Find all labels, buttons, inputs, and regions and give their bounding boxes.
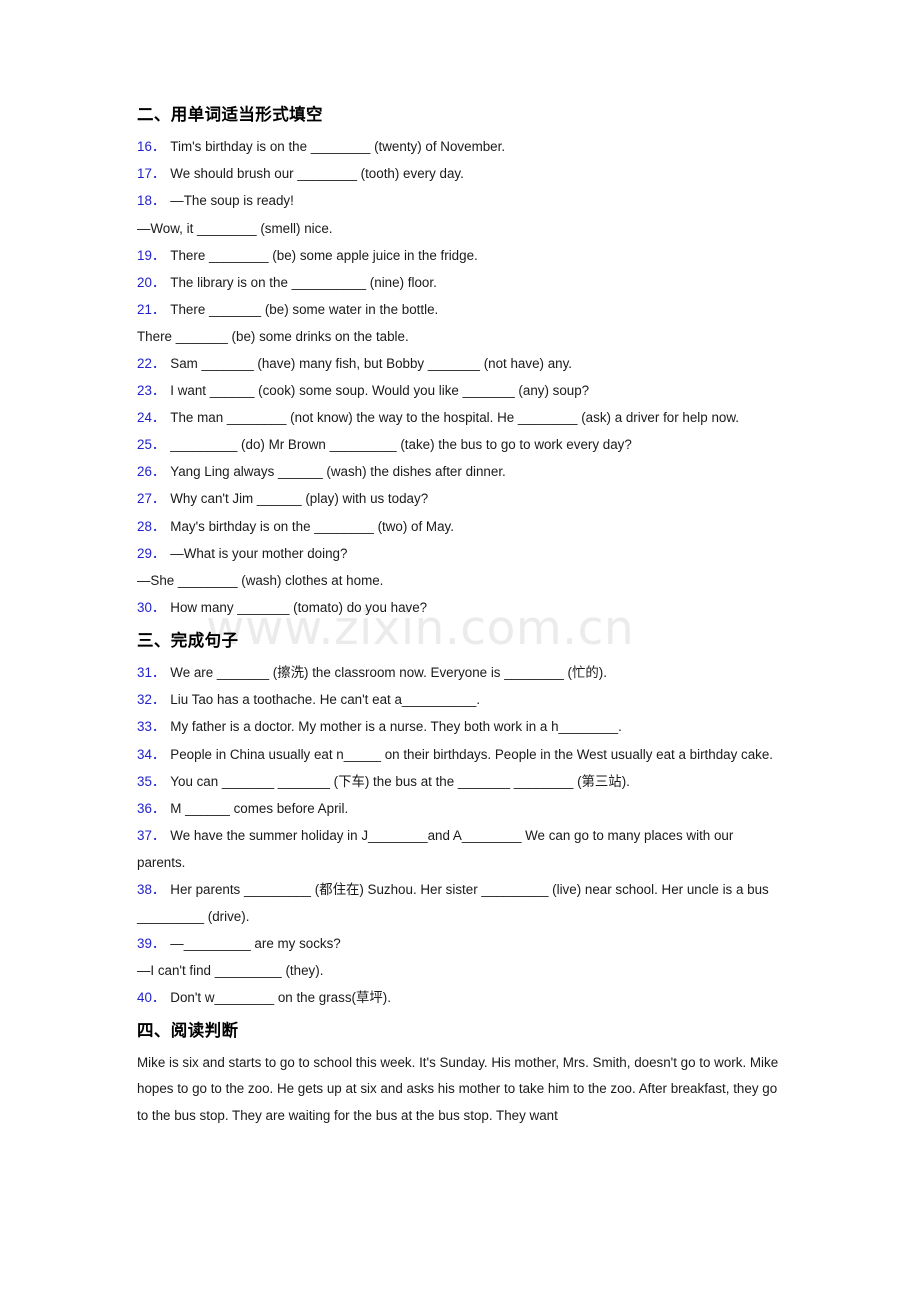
question-item: 34 People in China usually eat n_____ on …: [137, 741, 785, 768]
question-item: 33 My father is a doctor. My mother is a …: [137, 713, 785, 740]
question-number: 36: [137, 801, 164, 816]
question-text: —The soup is ready!: [170, 193, 294, 209]
question-item: 24 The man ________ (not know) the way to…: [137, 404, 785, 431]
question-text: M ______ comes before April.: [170, 800, 349, 816]
question-number: 17: [137, 166, 164, 181]
question-item: 26 Yang Ling always ______ (wash) the dis…: [137, 458, 785, 485]
worksheet-page: www.zixin.com.cn 二、用单词适当形式填空 16Tim's bir…: [0, 0, 920, 1302]
question-item: 38Her parents _________ (都住在) Suzhou. He…: [137, 876, 785, 930]
question-text: —What is your mother doing?: [170, 545, 348, 561]
question-number: 34: [137, 747, 164, 762]
question-continuation: —I can't find _________ (they).: [137, 963, 324, 979]
question-number: 16: [137, 139, 164, 154]
question-number: 18: [137, 193, 164, 208]
question-text: We have the summer holiday in J________a…: [137, 827, 734, 870]
question-item: 22 Sam _______ (have) many fish, but Bobb…: [137, 350, 785, 377]
question-text: You can _______ _______ (下车) the bus at …: [170, 773, 630, 789]
question-text: Her parents _________ (都住在) Suzhou. Her …: [137, 881, 769, 925]
question-number: 40: [137, 990, 164, 1005]
question-number: 21: [137, 302, 164, 317]
question-number: 33: [137, 719, 164, 734]
question-item: 25 _________ (do) Mr Brown _________ (tak…: [137, 431, 785, 458]
question-item: 23 I want ______ (cook) some soup. Would …: [137, 377, 785, 404]
question-number: 20: [137, 275, 164, 290]
question-continuation: —Wow, it ________ (smell) nice.: [137, 220, 333, 236]
question-number: 37: [137, 828, 164, 843]
question-item: 32 Liu Tao has a toothache. He can't eat …: [137, 686, 785, 713]
question-item: 35 You can _______ _______ (下车) the bus a…: [137, 768, 785, 795]
question-item: 40 Don't w________ on the grass(草坪).: [137, 984, 785, 1011]
question-item: 21 There _______ (be) some water in the b…: [137, 296, 785, 323]
question-text: Don't w________ on the grass(草坪).: [170, 990, 391, 1006]
question-text: Liu Tao has a toothache. He can't eat a_…: [170, 692, 481, 708]
question-item: 39 —_________ are my socks?: [137, 930, 785, 957]
question-item: 36 M ______ comes before April.: [137, 795, 785, 822]
question-text: Tim's birthday is on the ________ (twent…: [170, 139, 506, 155]
question-number: 27: [137, 491, 164, 506]
question-number: 31: [137, 665, 164, 680]
question-number: 29: [137, 546, 164, 561]
question-text: We are _______ (擦洗) the classroom now. E…: [170, 665, 607, 681]
question-number: 39: [137, 936, 164, 951]
question-text: —_________ are my socks?: [170, 936, 341, 952]
reading-passage: Mike is six and starts to go to school t…: [137, 1054, 779, 1123]
document-content: 二、用单词适当形式填空 16 Tim's birthday is on the _…: [137, 104, 785, 1129]
question-number: 30: [137, 600, 164, 615]
question-text: People in China usually eat n_____ on th…: [170, 746, 774, 762]
question-text: Sam _______ (have) many fish, but Bobby …: [170, 356, 573, 372]
question-item: 27 Why can't Jim ______ (play) with us to…: [137, 485, 785, 512]
question-item: 18 —The soup is ready!: [137, 187, 785, 214]
question-item: 37We have the summer holiday in J_______…: [137, 822, 785, 876]
question-item: 31 We are _______ (擦洗) the classroom now.…: [137, 659, 785, 686]
question-text: We should brush our ________ (tooth) eve…: [170, 166, 464, 182]
question-text: _________ (do) Mr Brown _________ (take)…: [170, 437, 632, 453]
question-number: 26: [137, 464, 164, 479]
question-number: 23: [137, 383, 164, 398]
question-item: 28 May's birthday is on the ________ (two…: [137, 513, 785, 540]
question-item: 30 How many _______ (tomato) do you have?: [137, 594, 785, 621]
question-continuation: —She ________ (wash) clothes at home.: [137, 572, 384, 588]
question-item: 20 The library is on the __________ (nine…: [137, 269, 785, 296]
question-number: 38: [137, 882, 164, 897]
question-number: 35: [137, 774, 164, 789]
question-item: 16 Tim's birthday is on the ________ (twe…: [137, 133, 785, 160]
question-text: How many _______ (tomato) do you have?: [170, 599, 428, 615]
question-continuation: There _______ (be) some drinks on the ta…: [137, 328, 409, 344]
question-text: My father is a doctor. My mother is a nu…: [170, 719, 622, 735]
question-number: 24: [137, 410, 164, 425]
question-text: The library is on the __________ (nine) …: [170, 274, 437, 290]
question-text: There ________ (be) some apple juice in …: [170, 247, 478, 263]
question-text: May's birthday is on the ________ (two) …: [170, 518, 454, 534]
question-text: Yang Ling always ______ (wash) the dishe…: [170, 464, 506, 480]
question-number: 25: [137, 437, 164, 452]
question-item: 29 —What is your mother doing?: [137, 540, 785, 567]
question-number: 28: [137, 519, 164, 534]
section-heading-three: 三、完成句子: [137, 631, 239, 650]
question-number: 22: [137, 356, 164, 371]
question-text: Why can't Jim ______ (play) with us toda…: [170, 491, 429, 507]
question-text: There _______ (be) some water in the bot…: [170, 301, 439, 317]
question-number: 19: [137, 248, 164, 263]
question-item: 19 There ________ (be) some apple juice i…: [137, 242, 785, 269]
question-text: I want ______ (cook) some soup. Would yo…: [170, 383, 590, 399]
question-text: The man ________ (not know) the way to t…: [170, 410, 739, 426]
question-item: 17 We should brush our ________ (tooth) e…: [137, 160, 785, 187]
section-heading-two: 二、用单词适当形式填空: [137, 106, 323, 124]
question-number: 32: [137, 692, 164, 707]
section-heading-four: 四、阅读判断: [137, 1022, 239, 1041]
